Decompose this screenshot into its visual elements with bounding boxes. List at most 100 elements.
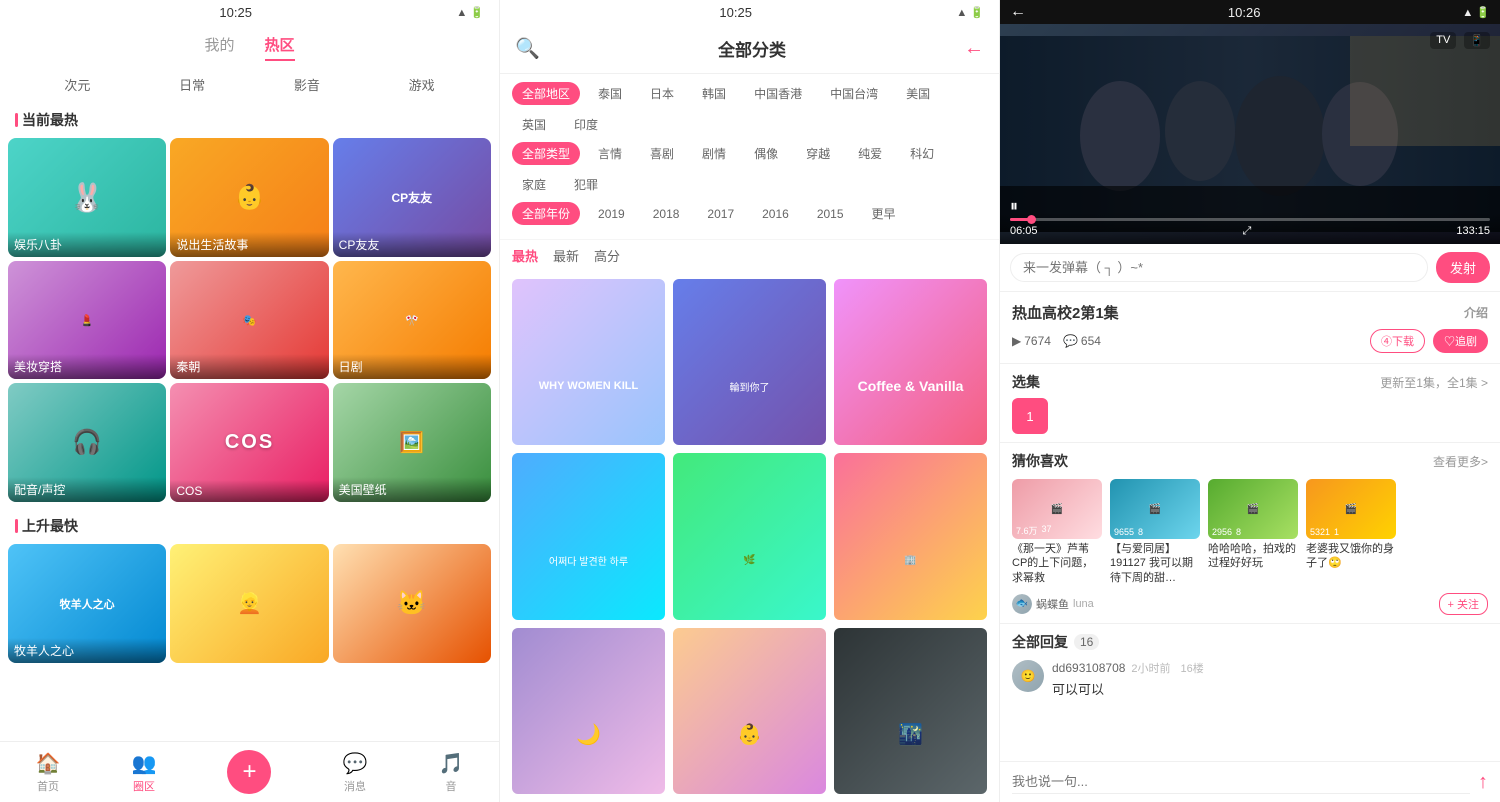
recommend-header: 猜你喜欢 查看更多> [1012, 451, 1488, 471]
filter-type-crime[interactable]: 犯罪 [564, 173, 608, 196]
nav-home[interactable]: 🏠 首页 [36, 751, 61, 794]
rec-view: 7.6万 [1016, 524, 1038, 537]
nav-circle[interactable]: 👥 圈区 [132, 751, 157, 794]
list-item[interactable]: 어쩌다 발견한 하루 全16集 偶然发现的一天 [512, 453, 665, 619]
tv-icon[interactable]: TV [1430, 32, 1456, 49]
rec-comment: 37 [1042, 524, 1052, 537]
filter-type-romance[interactable]: 言情 [588, 142, 632, 165]
list-item[interactable]: 🎬 2956 8 哈哈哈哈，拍戏的过程好好玩 [1208, 479, 1298, 585]
danmu-input[interactable] [1010, 253, 1428, 282]
list-item[interactable]: 🎬 7.6万 37 《那一天》芦苇CP的上下问题，求幂救 [1012, 479, 1102, 585]
sub-tab-youxi[interactable]: 游戏 [409, 75, 435, 94]
list-item[interactable]: 🖼️ 美国壁纸 [333, 383, 491, 502]
intro-label[interactable]: 介绍 [1464, 304, 1488, 321]
list-item[interactable]: 👶 说出生活故事 [170, 138, 328, 257]
list-item[interactable]: 🏢 全20集 8.5 金宵大厦 粤语版 [834, 453, 987, 619]
list-item[interactable]: 輪到你了 全20集 9.0 轮到你了 [673, 279, 826, 445]
tab-mine[interactable]: 我的 [204, 30, 234, 61]
sort-score[interactable]: 高分 [594, 246, 620, 265]
nav-message-label: 消息 [344, 778, 366, 794]
filter-type-all[interactable]: 全部类型 [512, 142, 580, 165]
like-button[interactable]: ♡追剧 [1433, 329, 1488, 353]
list-item[interactable]: 🐰 娱乐八卦 [8, 138, 166, 257]
search-icon[interactable]: 🔍 [515, 36, 540, 61]
filter-region-hk[interactable]: 中国香港 [744, 82, 812, 105]
list-item[interactable]: 🎬 9655 8 【与爱同居】191127 我可以期待下周的甜… [1110, 479, 1200, 585]
sub-tab-richang[interactable]: 日常 [179, 75, 205, 94]
play-pause-button[interactable]: ⏸ [1010, 198, 1018, 216]
sub-tab-yingyin[interactable]: 影音 [294, 75, 320, 94]
list-item[interactable]: 👱 [170, 544, 328, 663]
filter-year-2017[interactable]: 2017 [697, 204, 744, 224]
list-item[interactable]: 🌃 [834, 628, 987, 794]
filter-region-us[interactable]: 美国 [896, 82, 940, 105]
list-item[interactable]: 🌙 [512, 628, 665, 794]
panel-hot-zone: 10:25 ▲ 🔋 我的 热区 次元 日常 影音 游戏 当前最热 🐰 娱乐八卦 … [0, 0, 500, 802]
tab-hot[interactable]: 热区 [265, 30, 295, 61]
filter-region-tw[interactable]: 中国台湾 [820, 82, 888, 105]
list-item[interactable]: Coffee & Vanilla 全20集 咖啡与香草 [834, 279, 987, 445]
list-item[interactable]: COS COS [170, 383, 328, 502]
sort-hot[interactable]: 最热 [512, 246, 538, 265]
panel2-header: 🔍 全部分类 ← [500, 24, 999, 74]
filter-type-drama[interactable]: 剧情 [692, 142, 736, 165]
list-item[interactable]: 🌿 更新至第12集 7.4 吹落的树叶 [673, 453, 826, 619]
sort-new[interactable]: 最新 [553, 246, 579, 265]
comment-input[interactable] [1012, 770, 1470, 794]
list-item[interactable]: 🎧 配音/声控 [8, 383, 166, 502]
filter-region-uk[interactable]: 英国 [512, 113, 556, 136]
episode-more[interactable]: 更新至1集，全1集 > [1380, 374, 1488, 391]
filter-year-all[interactable]: 全部年份 [512, 202, 580, 225]
cast-icon[interactable]: 📱 [1464, 32, 1490, 49]
sub-tab-ciyuan[interactable]: 次元 [64, 75, 90, 94]
list-item[interactable]: 🎌 日剧 [333, 261, 491, 380]
filter-year-2019[interactable]: 2019 [588, 204, 635, 224]
episode-header: 选集 更新至1集，全1集 > [1012, 372, 1488, 392]
recommend-more[interactable]: 查看更多> [1433, 453, 1488, 470]
rec-stats: 9655 8 [1114, 527, 1143, 537]
filter-type-comedy[interactable]: 喜剧 [640, 142, 684, 165]
download-button[interactable]: ④下载 [1370, 329, 1425, 353]
filter-year-2015[interactable]: 2015 [807, 204, 854, 224]
episode-1[interactable]: 1 [1012, 398, 1048, 434]
danmu-send-button[interactable]: 发射 [1436, 252, 1490, 283]
list-item[interactable]: 牧羊人之心 牧羊人之心 [8, 544, 166, 663]
nav-message[interactable]: 💬 消息 [343, 751, 368, 794]
filter-type-scifi[interactable]: 科幻 [900, 142, 944, 165]
p2-status-icons: ▲ 🔋 [956, 6, 984, 19]
filter-region-korea[interactable]: 韩国 [692, 82, 736, 105]
play-icon: ▶ [1012, 334, 1021, 348]
list-item[interactable]: WHY WOMEN KILL 全21集 致命女人 第一季 [512, 279, 665, 445]
filter-type-family[interactable]: 家庭 [512, 173, 556, 196]
nav-add-button[interactable]: + [227, 750, 271, 794]
user-row: 🐟 蜗蝶鱼 luna + 关注 [1012, 593, 1488, 615]
comment-send-icon[interactable]: ↑ [1478, 771, 1488, 794]
filter-year-earlier[interactable]: 更早 [862, 202, 906, 225]
commenter-name: dd693108708 [1052, 661, 1125, 675]
filter-year-2018[interactable]: 2018 [643, 204, 690, 224]
p3-back-icon[interactable]: ← [1010, 3, 1026, 21]
filter-region-thailand[interactable]: 泰国 [588, 82, 632, 105]
bottom-nav: 🏠 首页 👥 圈区 + 💬 消息 🎵 音 [0, 741, 499, 802]
filter-region-india[interactable]: 印度 [564, 113, 608, 136]
back-icon[interactable]: ← [964, 37, 984, 60]
filter-region-all[interactable]: 全部地区 [512, 82, 580, 105]
panel-video: ← 10:26 ▲ 🔋 [1000, 0, 1500, 802]
fullscreen-icon[interactable]: ⤢ [1243, 225, 1252, 238]
list-item[interactable]: 🎭 秦朝 [170, 261, 328, 380]
filter-type-love[interactable]: 纯爱 [848, 142, 892, 165]
list-item[interactable]: CP友友 CP友友 [333, 138, 491, 257]
list-item[interactable]: 🎬 5321 1 老婆我又饿你的身子了🙄 [1306, 479, 1396, 585]
sub-tabs: 次元 日常 影音 游戏 [0, 67, 499, 102]
list-item[interactable]: 🐱 [333, 544, 491, 663]
nav-music[interactable]: 🎵 音 [439, 751, 464, 794]
video-time: 06:05 ⤢ 133:15 [1010, 225, 1490, 238]
progress-bar[interactable] [1010, 218, 1490, 221]
list-item[interactable]: 💄 美妆穿搭 [8, 261, 166, 380]
filter-year-2016[interactable]: 2016 [752, 204, 799, 224]
list-item[interactable]: 👶 [673, 628, 826, 794]
filter-region-japan[interactable]: 日本 [640, 82, 684, 105]
filter-type-idol[interactable]: 偶像 [744, 142, 788, 165]
follow-button[interactable]: + 关注 [1439, 593, 1488, 615]
filter-type-fantasy[interactable]: 穿越 [796, 142, 840, 165]
